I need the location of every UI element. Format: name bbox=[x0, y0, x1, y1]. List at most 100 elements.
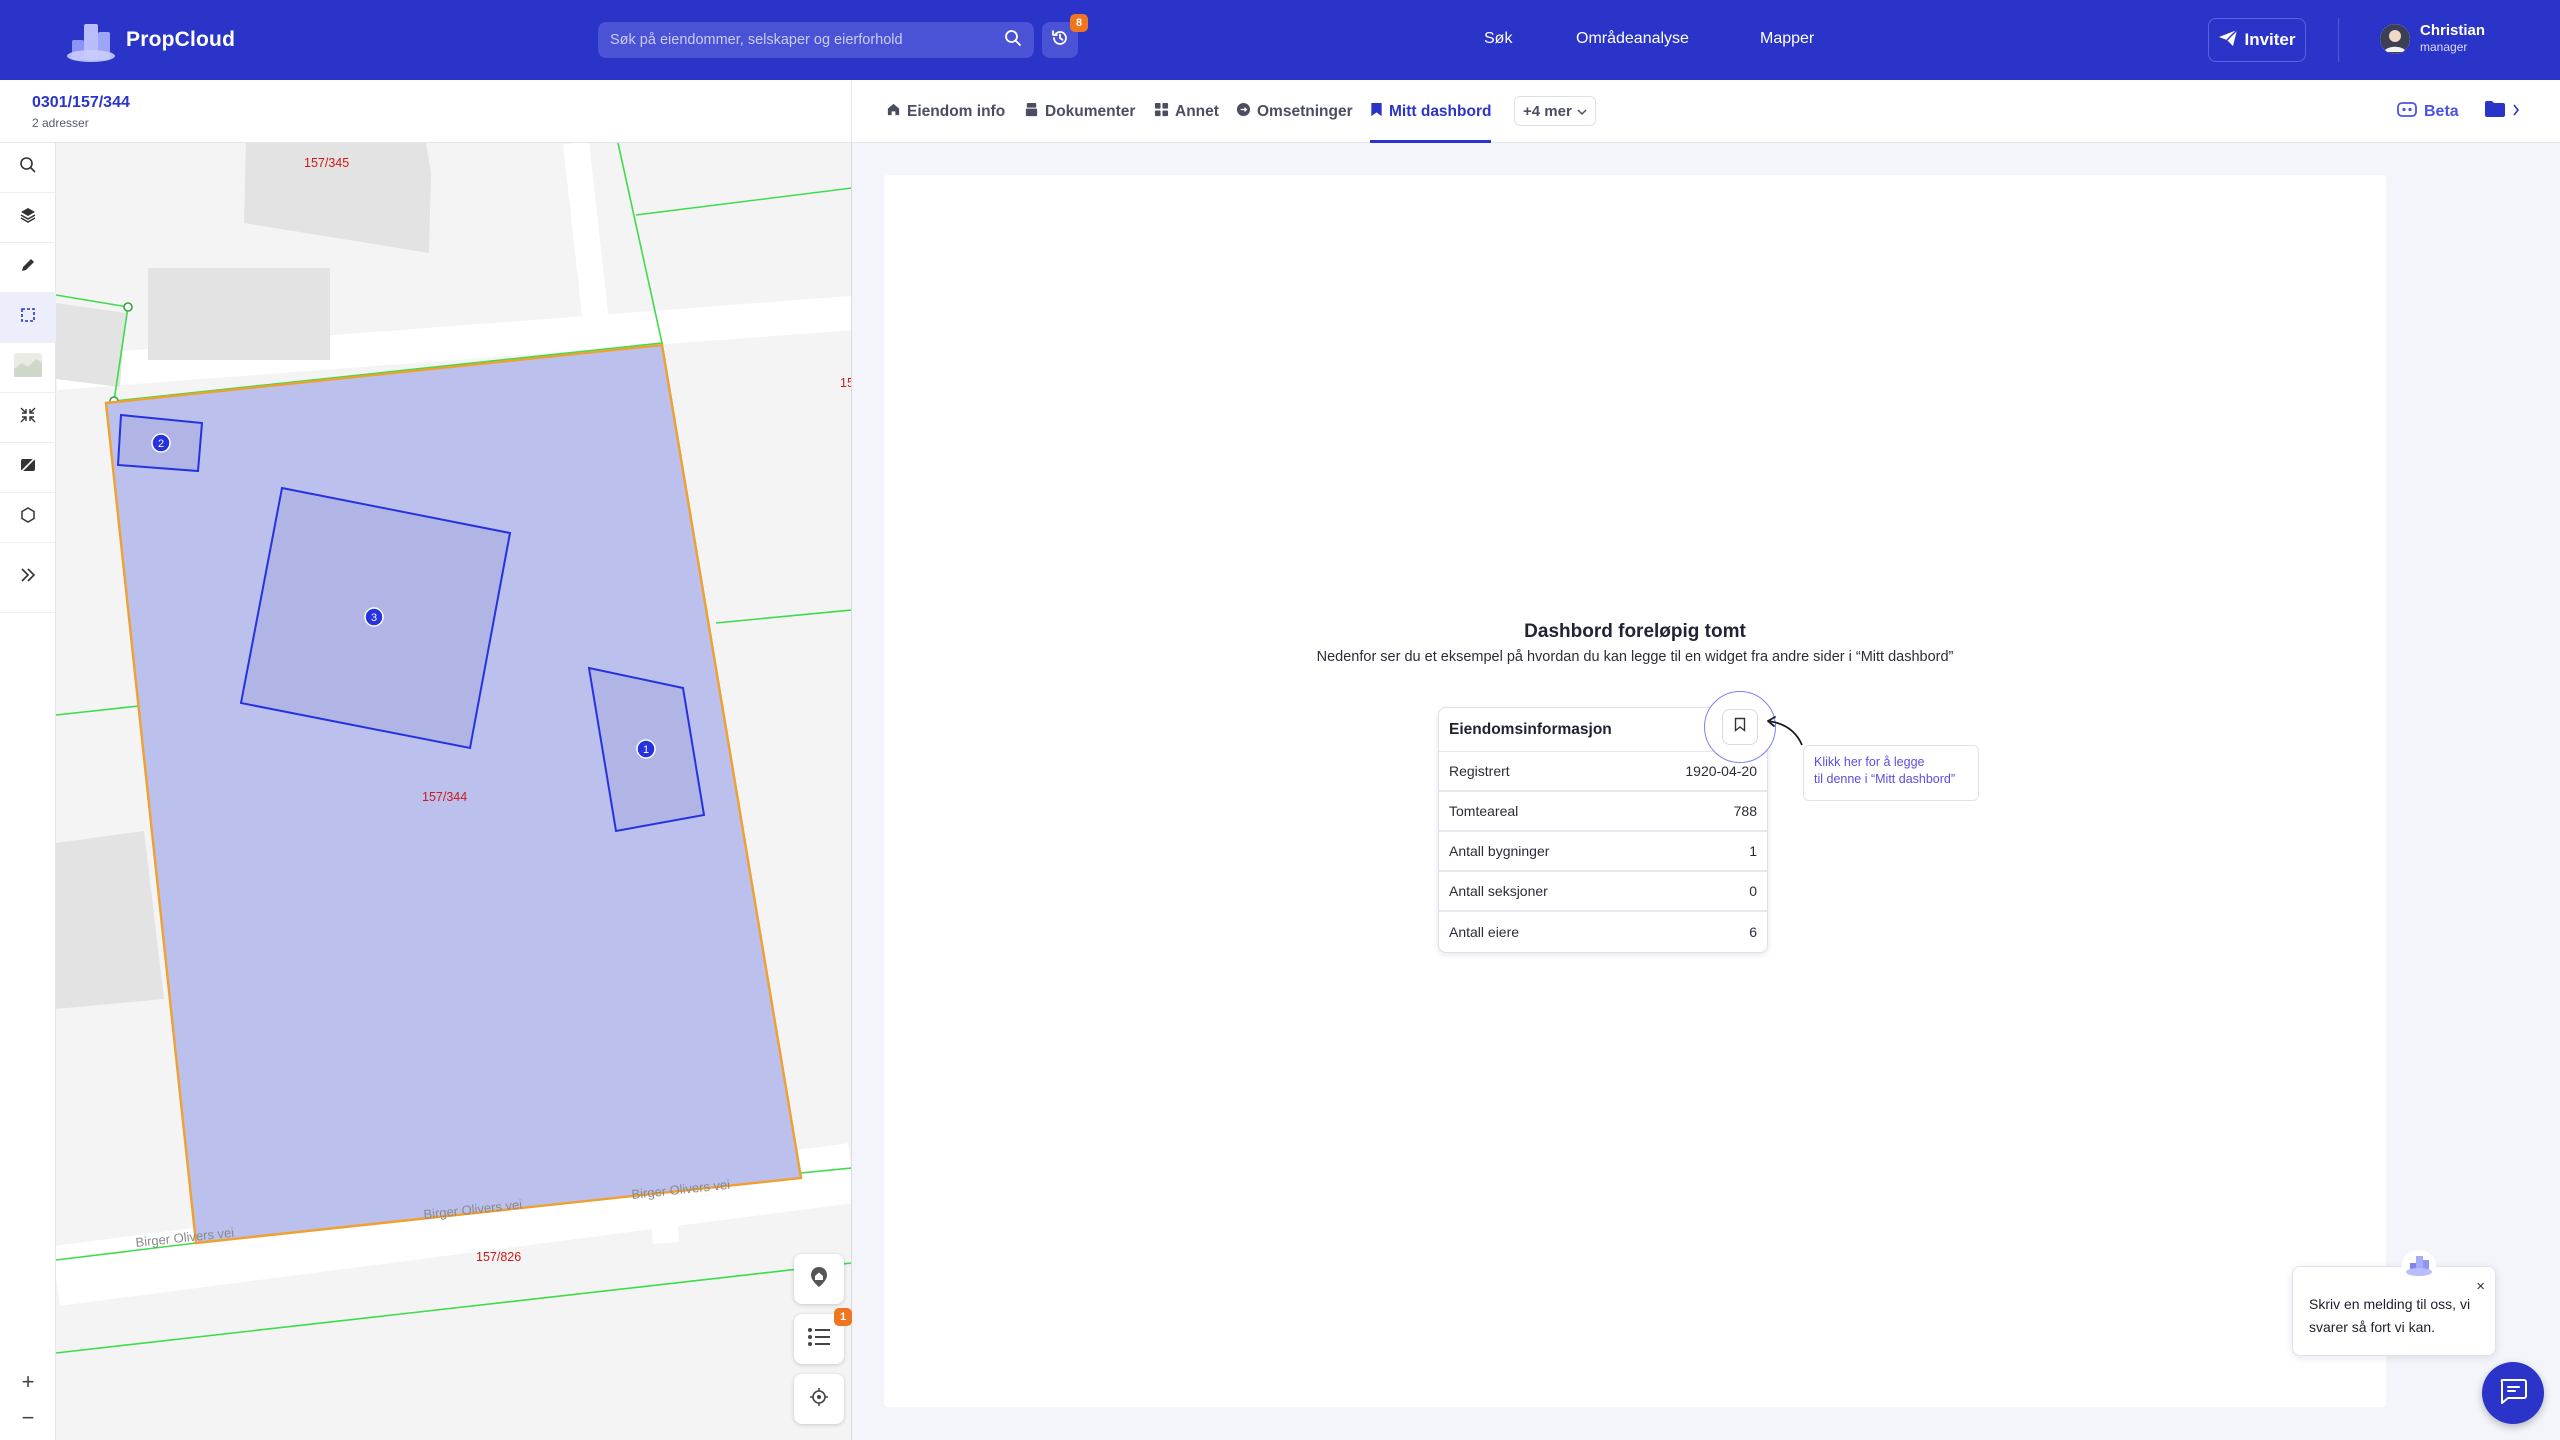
invite-label: Inviter bbox=[2244, 30, 2296, 49]
chat-message: Skriv en melding til oss, vi svarer så f… bbox=[2309, 1296, 2471, 1335]
pencil-icon bbox=[19, 256, 37, 279]
invite-button[interactable]: Inviter bbox=[2208, 18, 2306, 62]
tool-expand[interactable] bbox=[0, 543, 56, 613]
hint-line: til denne i “Mitt dashbord” bbox=[1814, 772, 1956, 786]
history-button[interactable]: 8 bbox=[1042, 14, 1088, 58]
tool-collapse[interactable] bbox=[0, 393, 56, 443]
crosshair-icon bbox=[809, 1387, 829, 1412]
document-stack-icon bbox=[1024, 102, 1039, 122]
close-icon[interactable]: × bbox=[2476, 1275, 2485, 1298]
image-off-icon bbox=[19, 456, 37, 479]
tab-eiendom-info[interactable]: Eiendom info bbox=[886, 80, 1005, 143]
neighbor-building bbox=[56, 303, 126, 387]
chat-launcher-button[interactable] bbox=[2482, 1362, 2544, 1424]
row-label: Tomteareal bbox=[1449, 803, 1519, 819]
row-value: 0 bbox=[1749, 883, 1757, 899]
tab-dokumenter[interactable]: Dokumenter bbox=[1024, 80, 1135, 143]
empty-dashboard-subtitle: Nedenfor ser du et eksempel på hvordan d… bbox=[1316, 649, 1954, 665]
tab-label: Dokumenter bbox=[1045, 102, 1136, 120]
map-canvas[interactable]: 2 3 1 157/345 157/344 157/826 15 Birger … bbox=[56, 143, 852, 1440]
property-address-count[interactable]: 2 adresser bbox=[32, 116, 89, 130]
tool-layers[interactable] bbox=[0, 193, 56, 243]
map-view[interactable]: 2 3 1 157/345 157/344 157/826 15 Birger … bbox=[56, 143, 852, 1440]
header-divider bbox=[2338, 18, 2339, 62]
search-input[interactable] bbox=[610, 32, 1004, 48]
tab-label: Annet bbox=[1175, 102, 1219, 120]
grid-icon bbox=[1154, 102, 1169, 122]
property-title-bar: 0301/157/344 2 adresser bbox=[0, 80, 852, 143]
widget-row: Tomteareal 788 bbox=[1439, 792, 1767, 832]
parcel-label: 157/344 bbox=[422, 790, 467, 804]
tab-label: Omsetninger bbox=[1257, 102, 1353, 120]
hexagon-icon bbox=[19, 506, 37, 529]
chevron-right-icon bbox=[2512, 103, 2520, 121]
add-to-dashboard-button[interactable] bbox=[1722, 709, 1758, 745]
tab-label: Mitt dashbord bbox=[1389, 102, 1492, 120]
tool-select-area[interactable] bbox=[0, 293, 56, 343]
building-marker[interactable]: 1 bbox=[636, 739, 656, 759]
parcel-label: 15 bbox=[840, 376, 852, 390]
tab-mitt-dashbord[interactable]: Mitt dashbord bbox=[1370, 80, 1492, 143]
tool-search[interactable] bbox=[0, 143, 56, 193]
chat-logo-icon bbox=[2402, 1250, 2436, 1280]
tabs-more-label: +4 mer bbox=[1523, 102, 1572, 120]
tab-annet[interactable]: Annet bbox=[1154, 80, 1219, 143]
building-marker[interactable]: 3 bbox=[364, 607, 384, 627]
tabs-more-dropdown[interactable]: +4 mer bbox=[1514, 96, 1596, 126]
property-id[interactable]: 0301/157/344 bbox=[32, 94, 130, 112]
tab-omsetninger[interactable]: Omsetninger bbox=[1236, 80, 1353, 143]
search-icon[interactable] bbox=[1004, 29, 1022, 52]
chevron-down-icon bbox=[1577, 103, 1587, 120]
building-marker[interactable]: 2 bbox=[151, 433, 171, 453]
neighbor-building bbox=[56, 831, 164, 1009]
map-locate-button[interactable] bbox=[794, 1374, 844, 1424]
propcloud-logo-icon bbox=[64, 18, 118, 62]
map-list-button[interactable]: 1 bbox=[794, 1308, 852, 1364]
parcel-label: 157/345 bbox=[304, 156, 349, 170]
nav-area-analysis[interactable]: Områdeanalyse bbox=[1576, 30, 1689, 48]
app-logo[interactable]: PropCloud bbox=[64, 18, 235, 62]
svg-text:1: 1 bbox=[643, 744, 649, 756]
zoom-out-button[interactable]: − bbox=[0, 1401, 56, 1435]
zoom-in-button[interactable]: + bbox=[0, 1365, 56, 1399]
history-badge: 8 bbox=[1070, 14, 1088, 32]
row-value: 1 bbox=[1749, 843, 1757, 859]
hint-line: Klikk her for å legge bbox=[1814, 755, 1925, 769]
chat-popup[interactable]: × Skriv en melding til oss, vi svarer så… bbox=[2292, 1266, 2496, 1356]
user-menu[interactable]: Christian manager bbox=[2380, 22, 2485, 55]
search-icon bbox=[19, 156, 37, 179]
parcel-label: 157/826 bbox=[476, 1250, 521, 1264]
widget-row: Antall seksjoner 0 bbox=[1439, 872, 1767, 912]
row-value: 788 bbox=[1733, 803, 1757, 819]
robot-icon bbox=[2396, 100, 2418, 123]
chat-icon bbox=[2498, 1377, 2528, 1410]
home-pin-icon bbox=[809, 1266, 829, 1293]
send-icon bbox=[2218, 29, 2238, 52]
map-toolbar: + − bbox=[0, 143, 56, 1440]
app-name: PropCloud bbox=[126, 28, 236, 51]
folder-button[interactable] bbox=[2484, 100, 2520, 123]
empty-dashboard-title: Dashbord foreløpig tomt bbox=[1524, 621, 1746, 642]
user-role: manager bbox=[2420, 40, 2468, 54]
bookmark-outline-icon bbox=[1734, 717, 1746, 737]
map-thumbnail-icon bbox=[14, 353, 42, 382]
list-badge: 1 bbox=[834, 1308, 852, 1326]
bookmark-icon bbox=[1370, 102, 1383, 122]
property-tabs: Eiendom info Dokumenter Annet Omsetninge… bbox=[852, 80, 2560, 143]
tool-draw[interactable] bbox=[0, 243, 56, 293]
nav-folders[interactable]: Mapper bbox=[1760, 30, 1814, 48]
map-home-button[interactable] bbox=[794, 1254, 844, 1304]
folder-icon bbox=[2484, 100, 2506, 123]
beta-button[interactable]: Beta bbox=[2396, 100, 2459, 123]
tool-basemap[interactable] bbox=[0, 343, 56, 393]
widget-row: Antall eiere 6 bbox=[1439, 912, 1767, 952]
global-search[interactable] bbox=[598, 22, 1034, 58]
top-header: PropCloud 8 Søk Områdeanalyse Mapper Inv… bbox=[0, 0, 2560, 80]
nav-search[interactable]: Søk bbox=[1484, 30, 1512, 48]
row-label: Antall seksjoner bbox=[1449, 883, 1548, 899]
tool-image[interactable] bbox=[0, 443, 56, 493]
tool-3d[interactable] bbox=[0, 493, 56, 543]
widget-row: Antall bygninger 1 bbox=[1439, 832, 1767, 872]
layers-icon bbox=[19, 206, 37, 229]
add-widget-hint: Klikk her for å legge til denne i “Mitt … bbox=[1803, 745, 1979, 801]
